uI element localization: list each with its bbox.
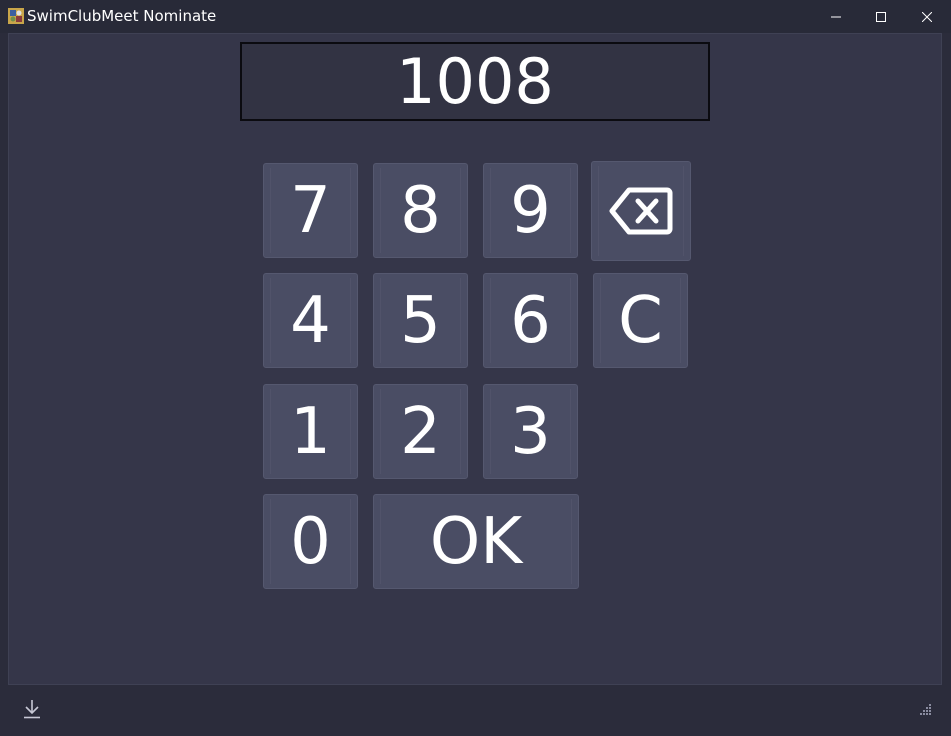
key-7[interactable]: 7 <box>263 163 358 258</box>
key-0[interactable]: 0 <box>263 494 358 589</box>
resize-grip-icon[interactable] <box>920 703 932 715</box>
number-display: 1008 <box>240 42 710 121</box>
key-9[interactable]: 9 <box>483 163 578 258</box>
key-3[interactable]: 3 <box>483 384 578 479</box>
clear-button[interactable]: C <box>593 273 688 368</box>
minimize-button[interactable] <box>813 0 859 33</box>
key-8[interactable]: 8 <box>373 163 468 258</box>
window-title: SwimClubMeet Nominate <box>27 7 217 25</box>
key-6[interactable]: 6 <box>483 273 578 368</box>
backspace-icon <box>609 187 673 235</box>
backspace-button[interactable] <box>591 161 691 261</box>
close-icon <box>922 11 932 22</box>
maximize-icon <box>876 11 886 22</box>
key-2[interactable]: 2 <box>373 384 468 479</box>
status-bar <box>0 686 951 736</box>
title-bar[interactable]: SwimClubMeet Nominate <box>0 0 951 33</box>
minimize-icon <box>831 16 841 17</box>
key-5[interactable]: 5 <box>373 273 468 368</box>
close-button[interactable] <box>904 0 950 33</box>
key-4[interactable]: 4 <box>263 273 358 368</box>
download-icon[interactable] <box>22 699 42 719</box>
app-icon <box>8 8 24 24</box>
ok-button[interactable]: OK <box>373 494 579 589</box>
key-1[interactable]: 1 <box>263 384 358 479</box>
maximize-button[interactable] <box>858 0 904 33</box>
